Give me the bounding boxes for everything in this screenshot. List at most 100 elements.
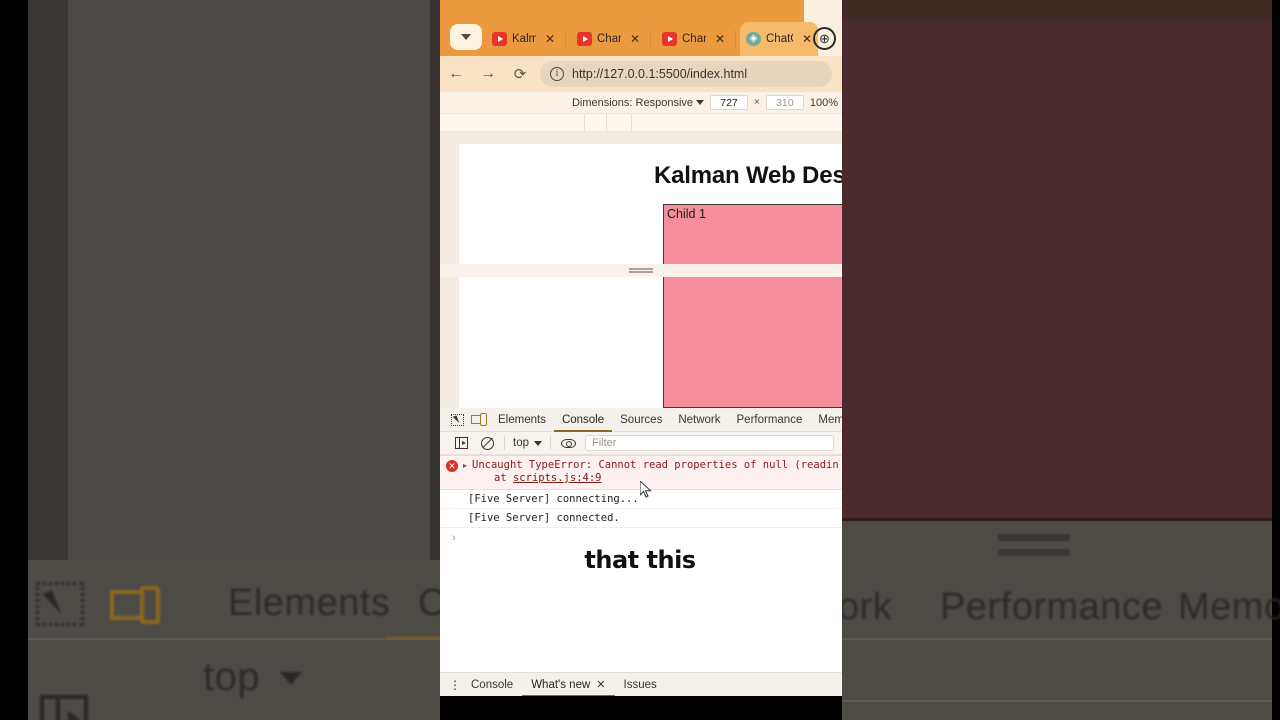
stack-at-prefix: at (494, 472, 513, 484)
devtools-resize-handle[interactable] (440, 264, 842, 277)
more-options-icon[interactable]: ⋮ (448, 679, 462, 691)
browser-tab-2[interactable]: Chann ✕ (571, 22, 646, 56)
backdrop-left-black-bar (0, 0, 28, 720)
tab-network[interactable]: Network (670, 408, 728, 432)
backdrop-divider-right-bottom (842, 700, 1280, 702)
viewport-ruler-padding (440, 132, 842, 144)
clear-console-icon (480, 436, 494, 450)
browser-tab-1-close-icon[interactable]: ✕ (545, 33, 555, 45)
browser-tab-4[interactable]: ◈ ChatG ✕ (740, 22, 818, 56)
tab-performance[interactable]: Performance (729, 408, 811, 432)
child-1-label: Child 1 (667, 207, 706, 221)
backdrop-label-top: top (203, 655, 261, 699)
drawer-tab-issues[interactable]: Issues (615, 673, 666, 697)
viewport-width-input[interactable]: 727 (710, 95, 749, 110)
browser-address-bar: ← → ⟳ i http://127.0.0.1:5500/index.html (440, 56, 842, 92)
zoom-level[interactable]: 100% (810, 97, 838, 109)
inspect-element-button[interactable] (446, 410, 468, 430)
drawer-tab-whats-new[interactable]: What's new ✕ (522, 673, 614, 697)
backdrop-active-tab-underline (386, 636, 442, 640)
backdrop-maroon-panel (842, 0, 1280, 520)
frame-bottom-letterbox (440, 696, 842, 720)
backdrop-maroon-top (842, 0, 1280, 20)
expand-arrow-icon[interactable]: ▸ (463, 461, 467, 485)
viewport-height-input[interactable]: 310 (765, 95, 804, 110)
omnibox[interactable]: i http://127.0.0.1:5500/index.html (540, 61, 832, 87)
youtube-icon (577, 32, 592, 46)
browser-tab-strip: Kalma ✕ Chann ✕ Chann ✕ ◈ ChatG ✕ ⊕ (440, 0, 842, 56)
youtube-icon (492, 32, 507, 46)
video-caption: that this (0, 545, 1280, 576)
backdrop-inspect-element-icon (36, 582, 84, 626)
child-1-box: Child 1 (663, 204, 842, 408)
tab-elements[interactable]: Elements (490, 408, 554, 432)
live-expression-button[interactable] (555, 432, 581, 455)
chevron-down-icon (461, 34, 471, 40)
console-error-source-link[interactable]: scripts.js:4:9 (513, 472, 602, 484)
forward-button[interactable]: → (472, 65, 504, 83)
context-selector-label: top (513, 437, 529, 449)
browser-tab-4-close-icon[interactable]: ✕ (802, 33, 812, 45)
drawer-tab-whats-new-label: What's new (531, 678, 591, 691)
browser-tab-3-label: Chann (682, 33, 706, 45)
tab-memory[interactable]: Memor (810, 408, 842, 432)
site-info-icon[interactable]: i (550, 67, 564, 81)
console-message-list: ✕ ▸ Uncaught TypeError: Cannot read prop… (440, 455, 842, 548)
toolbar-divider (504, 436, 505, 450)
drawer-tab-close-icon[interactable]: ✕ (596, 673, 605, 697)
globe-icon[interactable]: ⊕ (813, 27, 836, 50)
javascript-context-selector[interactable]: top (509, 437, 546, 449)
console-error-text-block: Uncaught TypeError: Cannot read properti… (472, 459, 838, 485)
browser-tab-1-label: Kalma (512, 33, 536, 45)
browser-window: Kalma ✕ Chann ✕ Chann ✕ ◈ ChatG ✕ ⊕ (440, 0, 842, 720)
clear-console-button[interactable] (474, 432, 500, 455)
backdrop-divider-left (28, 638, 440, 640)
drawer-tab-console[interactable]: Console (462, 673, 522, 697)
console-error-text: Uncaught TypeError: Cannot read properti… (472, 459, 838, 471)
backdrop-console-sidebar-icon (40, 695, 88, 720)
console-filter-input[interactable]: Filter (585, 435, 834, 451)
dimensions-label: Dimensions: Responsive (571, 96, 694, 109)
ruler-segment (607, 114, 632, 132)
toggle-device-toolbar-icon (471, 412, 487, 426)
browser-tab-4-label: ChatG (766, 33, 793, 45)
drawer-tab-console-label: Console (471, 678, 514, 691)
ruler-segment (585, 114, 607, 132)
tab-separator-2 (650, 30, 651, 48)
tab-separator-1 (565, 30, 566, 48)
caption-text: that this (583, 545, 698, 576)
screenshot-stage: Elements C top ork Performance Memor Kal… (0, 0, 1280, 720)
chatgpt-icon: ◈ (746, 32, 761, 46)
device-emulation-toolbar: Dimensions: Responsive 727 × 310 100% (440, 92, 842, 114)
browser-tab-2-label: Chann (597, 33, 621, 45)
ruler-segment (440, 114, 585, 132)
tab-search-dropdown-button[interactable] (450, 24, 482, 50)
tab-sources[interactable]: Sources (612, 408, 670, 432)
browser-tab-3[interactable]: Chann ✕ (656, 22, 731, 56)
browser-tab-3-close-icon[interactable]: ✕ (715, 33, 725, 45)
console-sidebar-icon (454, 437, 468, 449)
backdrop-chevron-down-icon (280, 672, 302, 685)
browser-tab-1[interactable]: Kalma ✕ (486, 22, 561, 56)
inspect-element-icon (450, 413, 464, 426)
console-prompt[interactable]: › (440, 528, 842, 548)
chevron-down-icon (696, 100, 705, 105)
tab-console[interactable]: Console (554, 408, 612, 432)
backdrop-label-elements: Elements (228, 582, 391, 624)
back-button[interactable]: ← (440, 65, 472, 83)
backdrop-toggle-device-toolbar-icon (110, 586, 162, 626)
toggle-device-toolbar-button[interactable] (468, 410, 490, 430)
youtube-icon (662, 32, 677, 46)
browser-tab-2-close-icon[interactable]: ✕ (630, 33, 640, 45)
live-expression-icon (560, 438, 576, 448)
url-text: http://127.0.0.1:5500/index.html (572, 67, 748, 81)
chevron-down-icon (534, 440, 542, 446)
reload-button[interactable]: ⟳ (504, 65, 536, 83)
backdrop-gray-panel (68, 0, 440, 560)
page-title: Kalman Web Des (654, 162, 842, 189)
resize-handle-bars (629, 266, 653, 275)
dimension-multiply-symbol: × (754, 97, 760, 108)
console-sidebar-button[interactable] (448, 432, 474, 455)
dimensions-dropdown[interactable]: Dimensions: Responsive (571, 96, 705, 109)
tab-separator-3 (735, 30, 736, 48)
